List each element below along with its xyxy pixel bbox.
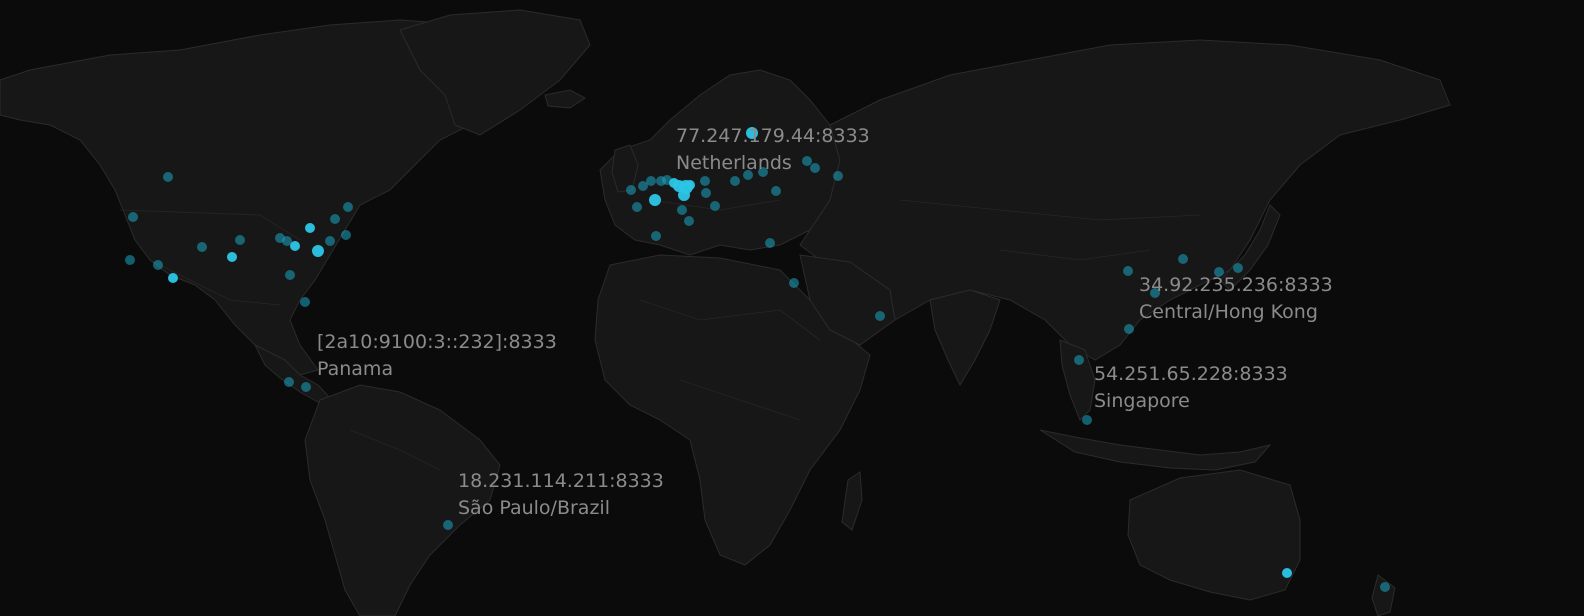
node-marker[interactable] — [235, 235, 245, 245]
node-marker[interactable] — [330, 214, 340, 224]
node-marker[interactable] — [168, 273, 178, 283]
node-marker[interactable] — [301, 382, 311, 392]
node-marker[interactable] — [300, 297, 310, 307]
node-marker[interactable] — [290, 241, 300, 251]
label-singapore-location: Singapore — [1094, 390, 1190, 412]
node-marker[interactable] — [284, 377, 294, 387]
node-marker[interactable] — [163, 172, 173, 182]
node-marker[interactable] — [1380, 582, 1390, 592]
node-marker[interactable] — [684, 216, 694, 226]
node-marker[interactable] — [197, 242, 207, 252]
node-marker[interactable] — [305, 223, 315, 233]
node-marker[interactable] — [677, 205, 687, 215]
node-marker[interactable] — [649, 194, 661, 206]
label-saopaulo-location: São Paulo/Brazil — [458, 497, 610, 519]
label-netherlands-location: Netherlands — [676, 152, 792, 174]
node-marker[interactable] — [341, 230, 351, 240]
node-marker[interactable] — [325, 236, 335, 246]
node-marker[interactable] — [685, 180, 695, 190]
node-marker[interactable] — [153, 260, 163, 270]
node-marker[interactable] — [1082, 415, 1092, 425]
node-marker[interactable] — [128, 212, 138, 222]
node-marker[interactable] — [443, 520, 453, 530]
map-canvas: 77.247.179.44:8333 Netherlands 34.92.235… — [0, 0, 1584, 616]
node-marker[interactable] — [1233, 263, 1243, 273]
node-marker[interactable] — [771, 186, 781, 196]
node-marker[interactable] — [343, 202, 353, 212]
label-singapore-address: 54.251.65.228:8333 — [1094, 363, 1288, 385]
node-marker[interactable] — [227, 252, 237, 262]
node-marker[interactable] — [765, 238, 775, 248]
node-marker[interactable] — [802, 156, 812, 166]
node-marker[interactable] — [1074, 355, 1084, 365]
label-panama-location: Panama — [317, 358, 393, 380]
node-marker[interactable] — [701, 188, 711, 198]
node-marker[interactable] — [1123, 266, 1133, 276]
node-marker[interactable] — [833, 171, 843, 181]
node-marker[interactable] — [1282, 568, 1292, 578]
node-marker[interactable] — [632, 202, 642, 212]
node-marker[interactable] — [651, 231, 661, 241]
node-marker[interactable] — [730, 176, 740, 186]
label-hongkong-location: Central/Hong Kong — [1139, 301, 1318, 323]
node-marker[interactable] — [125, 255, 135, 265]
node-marker[interactable] — [1178, 254, 1188, 264]
node-marker[interactable] — [1124, 324, 1134, 334]
node-marker[interactable] — [810, 163, 820, 173]
node-marker[interactable] — [678, 189, 690, 201]
node-marker[interactable] — [285, 270, 295, 280]
node-marker[interactable] — [710, 201, 720, 211]
node-marker[interactable] — [626, 185, 636, 195]
label-hongkong-address: 34.92.235.236:8333 — [1139, 274, 1333, 296]
label-panama-address: [2a10:9100:3::232]:8333 — [317, 331, 557, 353]
node-marker[interactable] — [312, 245, 324, 257]
node-marker[interactable] — [700, 176, 710, 186]
label-saopaulo-address: 18.231.114.211:8333 — [458, 470, 664, 492]
node-marker[interactable] — [789, 278, 799, 288]
node-marker[interactable] — [875, 311, 885, 321]
world-node-map[interactable]: 77.247.179.44:8333 Netherlands 34.92.235… — [0, 0, 1584, 616]
label-netherlands-address: 77.247.179.44:8333 — [676, 125, 870, 147]
node-marker[interactable] — [646, 176, 656, 186]
